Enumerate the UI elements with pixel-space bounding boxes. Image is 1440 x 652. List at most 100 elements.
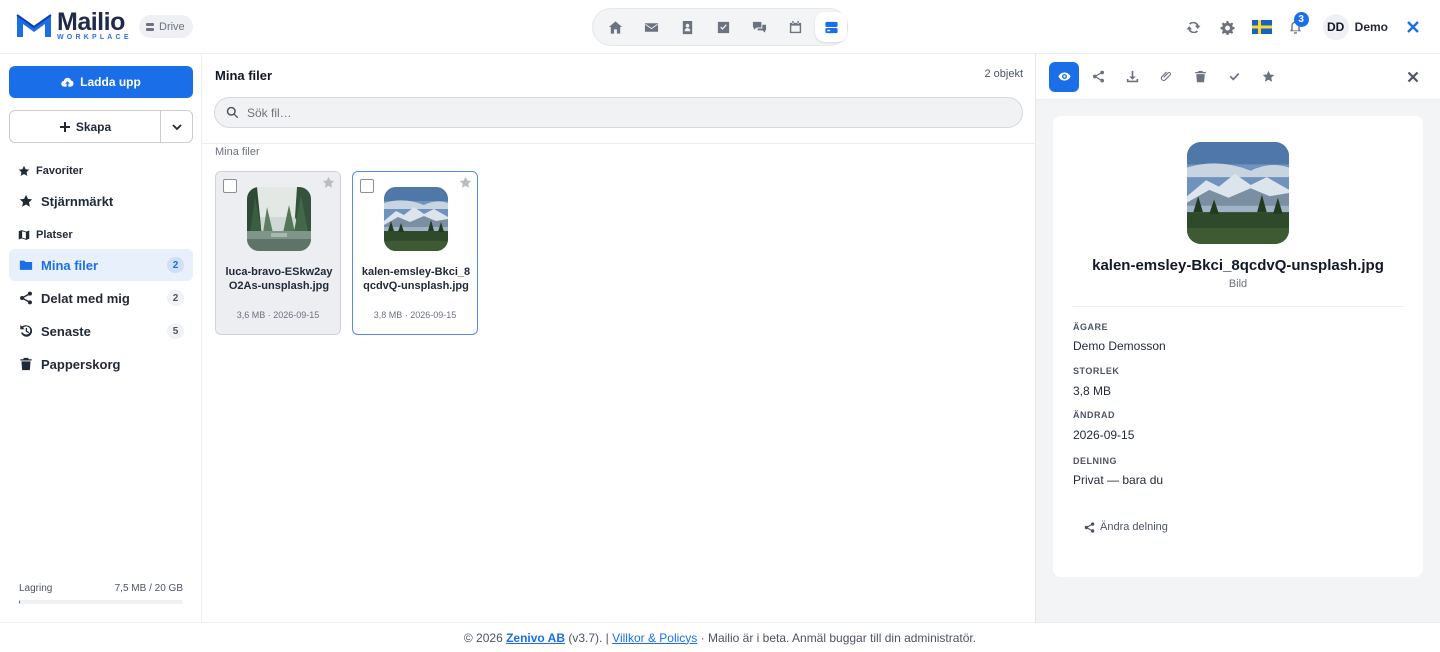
file-checkbox[interactable]: [360, 179, 374, 193]
sidebar-item-label: Papperskorg: [41, 356, 121, 372]
change-sharing-button[interactable]: Ändra delning: [1084, 521, 1168, 533]
breadcrumb[interactable]: Mina filer: [215, 146, 260, 158]
details-file-name: kalen-emsley-Bkci_8qcdvQ-unsplash.jpg: [1092, 257, 1384, 274]
share-icon: [1084, 521, 1095, 533]
change-sharing-label: Ändra delning: [1100, 521, 1168, 533]
details-toolbar: [1036, 54, 1440, 100]
close-app-button[interactable]: [1396, 10, 1430, 44]
star-icon: [1262, 70, 1274, 82]
app-badge: Drive: [139, 15, 193, 38]
footer-copyright: © 2026: [463, 630, 503, 645]
plus-icon: [59, 121, 70, 132]
owner-value: Demo Demosson: [1073, 339, 1166, 353]
user-name[interactable]: Demo: [1355, 20, 1388, 34]
file-thumbnail: [384, 187, 448, 251]
places-section-label: Platser: [18, 229, 73, 241]
drive-small-icon: [146, 22, 154, 31]
notification-count: 3: [1293, 12, 1309, 27]
page-title: Mina filer: [215, 68, 273, 83]
nav-drive-button[interactable]: [815, 12, 847, 42]
eye-icon: [1057, 72, 1071, 81]
mail-icon: [644, 22, 658, 32]
search-input[interactable]: [247, 105, 947, 120]
search-bar: [214, 97, 1023, 128]
refresh-button[interactable]: [1177, 10, 1211, 44]
file-card[interactable]: kalen-emsley-Bkci_8qcdvQ-unsplash.jpg 3,…: [352, 171, 478, 335]
star-icon: [322, 176, 335, 188]
sidebar-item-shared-with-me[interactable]: Delat med mig 2: [9, 282, 193, 314]
terms-link[interactable]: Villkor & Policys: [612, 631, 697, 645]
create-split-button: Skapa: [9, 110, 193, 143]
nav-calendar-button[interactable]: [779, 12, 811, 42]
sidebar-item-count: 2: [167, 290, 184, 306]
sidebar: Ladda upp Skapa Favoriter Stjärnmärkt Pl…: [0, 54, 202, 622]
mailio-logo[interactable]: Mailio WORKPLACE: [15, 10, 132, 41]
modified-value: 2026-09-15: [1073, 428, 1135, 442]
file-checkbox[interactable]: [223, 179, 237, 193]
favorite-star-button[interactable]: [322, 176, 335, 189]
paperclip-icon: [1160, 71, 1171, 81]
company-link[interactable]: Zenivo AB: [506, 631, 565, 645]
delete-button[interactable]: [1185, 62, 1215, 92]
file-name: kalen-emsley-Bkci_8qcdvQ-unsplash.jpg: [361, 266, 471, 292]
storage-bar: [19, 600, 183, 604]
nav-tasks-button[interactable]: [707, 12, 739, 42]
preview-image: [1187, 142, 1289, 244]
nav-chat-button[interactable]: [743, 12, 775, 42]
close-icon: [1407, 71, 1419, 83]
sidebar-item-label: Delat med mig: [41, 290, 130, 306]
preview-button[interactable]: [1049, 61, 1079, 92]
nav-mail-button[interactable]: [635, 12, 667, 42]
sidebar-item-starred[interactable]: Stjärnmärkt: [9, 185, 193, 217]
sidebar-item-trash[interactable]: Papperskorg: [9, 348, 193, 380]
nav-contacts-button[interactable]: [671, 12, 703, 42]
file-browser: Mina filer 2 objekt Mina filer luca-: [202, 54, 1035, 622]
contacts-icon: [682, 20, 692, 34]
refresh-icon: [1186, 21, 1201, 33]
settings-button[interactable]: [1211, 10, 1245, 44]
mountain-valley-image: [1187, 142, 1289, 244]
user-avatar[interactable]: DD: [1322, 14, 1349, 40]
trash-icon: [20, 357, 32, 371]
favorites-section-label: Favoriter: [18, 165, 83, 177]
sidebar-item-count: 5: [167, 323, 184, 339]
sharing-value: Privat — bara du: [1073, 473, 1164, 487]
tasks-icon: [717, 21, 729, 33]
size-label: STORLEK: [1073, 366, 1120, 376]
upload-button[interactable]: Ladda upp: [9, 66, 193, 98]
divider: [202, 143, 1035, 144]
brand-name: Mailio: [57, 8, 125, 36]
favorite-button[interactable]: [1253, 62, 1283, 92]
footer: © 2026 Zenivo AB (v3.7). | Villkor & Pol…: [0, 622, 1440, 652]
create-label: Skapa: [75, 119, 112, 134]
gear-icon: [1220, 20, 1235, 35]
swedish-flag-icon: [1251, 20, 1272, 34]
app-switcher: [592, 8, 848, 46]
language-button[interactable]: [1245, 10, 1279, 44]
footer-version: (v3.7). |: [568, 630, 609, 645]
share-icon: [20, 291, 32, 305]
folder-icon: [19, 260, 33, 270]
chevron-down-icon: [171, 123, 182, 130]
nav-home-button[interactable]: [599, 12, 631, 42]
sidebar-item-recent[interactable]: Senaste 5: [9, 315, 193, 347]
file-card[interactable]: luca-bravo-ESkw2ayO2As-unsplash.jpg 3,6 …: [215, 171, 341, 335]
sidebar-item-label: Mina filer: [41, 257, 99, 273]
sidebar-item-label: Senaste: [41, 323, 91, 339]
favorite-star-button[interactable]: [459, 176, 472, 189]
upload-label: Ladda upp: [80, 75, 141, 89]
close-panel-button[interactable]: [1398, 62, 1428, 92]
select-button[interactable]: [1219, 62, 1249, 92]
share-button[interactable]: [1083, 62, 1113, 92]
notifications-button[interactable]: 3: [1279, 10, 1313, 44]
download-button[interactable]: [1117, 62, 1147, 92]
sidebar-item-my-files[interactable]: Mina filer 2: [9, 249, 193, 281]
object-count: 2 objekt: [984, 68, 1023, 80]
history-icon: [20, 324, 33, 337]
map-icon: [18, 230, 30, 240]
share-icon: [1092, 70, 1104, 83]
attach-button[interactable]: [1151, 62, 1181, 92]
mountain-valley-image: [384, 187, 448, 251]
create-button[interactable]: Skapa: [10, 111, 160, 142]
create-dropdown-button[interactable]: [160, 111, 192, 142]
